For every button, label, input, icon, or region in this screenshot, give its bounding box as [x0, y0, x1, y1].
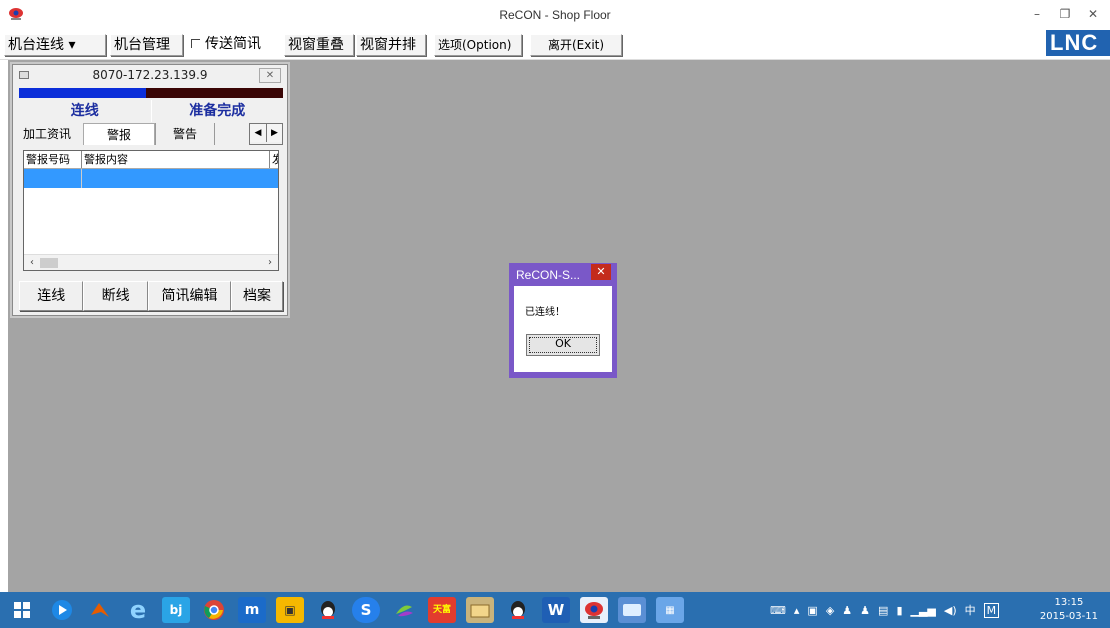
menu-toolbar: 机台连线 ▾ 机台管理 传送简讯 视窗重叠 视窗并排 选项(Option) 离开… [0, 30, 1110, 60]
machine-connect-label: 机台连线 [8, 37, 64, 53]
keyboard-icon[interactable]: ⌨ [770, 604, 786, 617]
exit-button[interactable]: 离开(Exit) [530, 34, 622, 56]
send-message-label: 传送简讯 [205, 36, 261, 52]
connect-button[interactable]: 连线 [19, 281, 84, 311]
child-title-bar[interactable]: 8070-172.23.139.9 ✕ [13, 65, 287, 87]
column-alarm-code[interactable]: 警报号码 [24, 151, 82, 168]
tray-app-icon[interactable]: ◈ [826, 604, 834, 617]
dropdown-arrow-icon: ▾ [64, 37, 76, 53]
list-cell [24, 169, 82, 188]
explorer-icon[interactable] [466, 597, 494, 623]
app-icon[interactable]: ▣ [276, 597, 304, 623]
network-icon[interactable]: ▤ [878, 604, 888, 617]
column-third[interactable]: 发 [270, 151, 278, 168]
clock-time: 13:15 [1054, 597, 1084, 608]
dialog-body: 已连线！ OK [514, 286, 612, 372]
app-icon[interactable] [390, 597, 418, 623]
tab-scroll-arrows: ◀ ▶ [249, 123, 283, 145]
machine-connect-dropdown[interactable]: 机台连线 ▾ [4, 34, 106, 56]
tab-alarm[interactable]: 警报 [83, 123, 155, 145]
sogou-icon[interactable]: S [352, 597, 380, 623]
tab-left-arrow-icon[interactable]: ◀ [250, 124, 266, 142]
list-item[interactable] [24, 169, 278, 188]
control-panel-icon[interactable]: ▦ [656, 597, 684, 623]
app-icon[interactable] [618, 597, 646, 623]
stock-icon[interactable]: 天富 [428, 597, 456, 623]
tab-warning[interactable]: 警告 [155, 123, 215, 145]
close-icon[interactable]: ✕ [591, 264, 611, 280]
maxthon-icon[interactable]: m [238, 597, 266, 623]
chrome-icon[interactable] [200, 597, 228, 623]
progress-remainder [145, 88, 283, 98]
tile-windows-button[interactable]: 视窗并排 [356, 34, 426, 56]
tab-right-arrow-icon[interactable]: ▶ [266, 124, 282, 142]
ime-mode-indicator[interactable]: M [983, 602, 1000, 618]
mdi-workspace: 8070-172.23.139.9 ✕ 连线 准备完成 加工资讯 警报 警告 ◀… [8, 60, 1110, 592]
connection-status: 连线 [70, 103, 99, 119]
lnc-logo: LNC [1046, 30, 1110, 56]
machine-status: 连线 准备完成 [19, 100, 283, 122]
recon-icon[interactable] [580, 597, 608, 623]
volume-icon[interactable]: ◀) [944, 604, 957, 617]
options-button[interactable]: 选项(Option) [434, 34, 522, 56]
cascade-windows-button[interactable]: 视窗重叠 [284, 34, 354, 56]
restore-icon[interactable]: ❐ [1054, 4, 1076, 24]
scroll-thumb[interactable] [40, 258, 58, 268]
app-icon[interactable]: bj [162, 597, 190, 623]
message-dialog: ReCON-S... ✕ 已连线！ OK [509, 263, 617, 378]
close-icon[interactable]: ✕ [1082, 4, 1104, 24]
matlab-icon[interactable] [86, 597, 114, 623]
message-edit-button[interactable]: 简讯编辑 [147, 281, 232, 311]
status-progress-bar [19, 88, 283, 98]
scroll-left-icon[interactable]: ‹ [24, 255, 40, 271]
list-header: 警报号码 警报内容 发 [24, 151, 278, 169]
qq-icon[interactable] [314, 597, 342, 623]
send-message-checkbox[interactable]: 传送简讯 [188, 34, 274, 56]
signal-icon[interactable]: ▁▃▅ [911, 604, 936, 617]
chevron-up-icon[interactable]: ▴ [794, 604, 800, 617]
battery-icon[interactable]: ▮ [896, 604, 902, 617]
column-alarm-content[interactable]: 警报内容 [82, 151, 270, 168]
ie-icon[interactable]: e [124, 596, 152, 624]
start-icon[interactable] [8, 597, 36, 623]
machine-manage-button[interactable]: 机台管理 [110, 34, 183, 56]
scroll-right-icon[interactable]: › [262, 255, 278, 271]
alarm-list[interactable]: 警报号码 警报内容 发 ‹ › [23, 150, 279, 271]
qq-icon[interactable] [504, 597, 532, 623]
machine-state: 准备完成 [150, 100, 284, 122]
checkbox-icon[interactable] [191, 39, 200, 48]
dialog-message: 已连线！ [525, 307, 565, 318]
machine-child-window: 8070-172.23.139.9 ✕ 连线 准备完成 加工资讯 警报 警告 ◀… [12, 64, 288, 316]
title-bar: ReCON - Shop Floor – ❐ ✕ [0, 0, 1110, 30]
tab-machining-info[interactable]: 加工资讯 [19, 123, 83, 145]
tray-app-icon[interactable]: ▣ [807, 604, 817, 617]
clock[interactable]: 13:15 2015-03-11 [1040, 596, 1098, 624]
progress-fill [19, 88, 146, 98]
window-controls: – ❐ ✕ [1026, 4, 1104, 24]
dialog-title: ReCON-S... [516, 268, 581, 282]
minimize-icon[interactable]: – [1026, 4, 1048, 24]
tab-bar: 加工资讯 警报 警告 ◀ ▶ [19, 123, 283, 145]
child-window-title: 8070-172.23.139.9 [92, 68, 208, 82]
media-player-icon[interactable] [48, 597, 76, 623]
disconnect-button[interactable]: 断线 [83, 281, 148, 311]
child-button-bar: 连线 断线 简讯编辑 档案 [19, 281, 283, 311]
file-button[interactable]: 档案 [231, 281, 283, 311]
qq-tray-icon[interactable]: ♟ [860, 604, 870, 617]
word-icon[interactable]: W [542, 597, 570, 623]
clock-date: 2015-03-11 [1039, 611, 1098, 622]
qq-tray-icon[interactable]: ♟ [842, 604, 852, 617]
taskbar: e bj m ▣ S 天富 W ▦ ⌨ ▴ ▣ ◈ ♟ ♟ ▤ ▮ ▁▃▅ ◀)… [0, 592, 1110, 628]
window-title: ReCON - Shop Floor [499, 8, 611, 22]
ime-chinese-indicator[interactable]: 中 [965, 602, 976, 618]
close-icon[interactable]: ✕ [259, 68, 281, 83]
horizontal-scrollbar[interactable]: ‹ › [24, 254, 278, 270]
ok-button[interactable]: OK [526, 334, 600, 356]
recon-app-window: ReCON - Shop Floor – ❐ ✕ 机台连线 ▾ 机台管理 传送简… [0, 0, 1110, 628]
system-tray: ⌨ ▴ ▣ ◈ ♟ ♟ ▤ ▮ ▁▃▅ ◀) 中 M [770, 592, 1000, 628]
